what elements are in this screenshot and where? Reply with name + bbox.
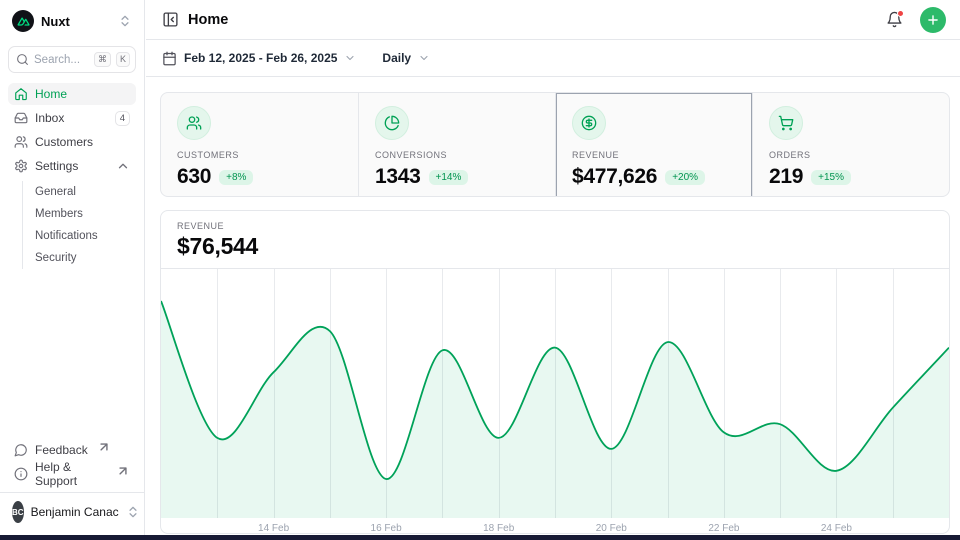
nuxt-logo-icon [12,10,34,32]
inbox-count-badge: 4 [115,111,130,126]
message-circle-icon [14,443,28,457]
workspace-name: Nuxt [41,14,111,29]
sidebar-item-help-support[interactable]: Help & Support [8,463,136,485]
sidebar-item-label: Feedback [35,443,88,457]
sidebar-item-customers[interactable]: Customers [8,131,136,153]
main-area: Home Feb 12, 2025 - Feb 26, 2025 Daily C… [146,0,960,535]
inbox-icon [14,111,28,125]
search-placeholder: Search... [34,54,89,66]
stat-delta-badge: +15% [811,170,851,185]
cart-icon [769,106,803,140]
users-icon [186,115,202,131]
stat-value: 219 [769,165,803,189]
pie-chart-icon [375,106,409,140]
x-tick-label: 20 Feb [596,523,628,534]
plus-icon [926,13,940,27]
cart-icon [778,115,794,131]
granularity-select[interactable]: Daily [382,51,430,65]
notifications-button[interactable] [881,7,907,33]
stat-card-customers[interactable]: CUSTOMERS 630 +8% [161,93,358,197]
sidebar-item-label: Home [35,87,67,101]
dollar-circle-icon [581,115,597,131]
chevron-up-icon [116,159,130,173]
search-icon [16,53,29,66]
filters-toolbar: Feb 12, 2025 - Feb 26, 2025 Daily [146,40,960,77]
stat-delta-badge: +8% [219,170,253,185]
page-title: Home [188,12,872,28]
sidebar-item-notifications[interactable]: Notifications [35,225,136,247]
sidebar-item-settings[interactable]: Settings [8,155,136,177]
x-tick-label: 24 Feb [821,523,853,534]
stat-value: 630 [177,165,211,189]
avatar: BC [12,501,24,523]
notification-dot [897,10,904,17]
revenue-area-chart[interactable]: 14 Feb 16 Feb 18 Feb 20 Feb 22 Feb 24 Feb [161,269,949,534]
chart-x-axis: 14 Feb 16 Feb 18 Feb 20 Feb 22 Feb 24 Feb [258,523,852,534]
user-menu[interactable]: BC Benjamin Canac [8,497,136,527]
pie-chart-icon [384,115,400,131]
sidebar-item-members[interactable]: Members [35,203,136,225]
dashboard-content: CUSTOMERS 630 +8% CONVERSIONS 1343 +14% REVENU… [160,92,950,534]
sidebar-collapse-icon[interactable] [162,11,179,28]
divider [0,492,144,493]
window-bottom-edge [0,535,960,540]
date-range-picker[interactable]: Feb 12, 2025 - Feb 26, 2025 [162,51,356,66]
kbd-cmd: ⌘ [94,52,111,67]
stat-value: 1343 [375,165,421,189]
sidebar-item-feedback[interactable]: Feedback [8,439,136,461]
sidebar: Nuxt Search... ⌘ K Home Inbox 4 Customers Se… [0,0,145,535]
sidebar-nav: Home Inbox 4 Customers Settings GeneralMember… [8,83,136,269]
arrow-up-right-icon [116,464,130,478]
stat-label: REVENUE [572,150,736,160]
chevron-down-icon [418,52,430,64]
users-icon [14,135,28,149]
x-tick-label: 22 Feb [708,523,740,534]
sidebar-item-inbox[interactable]: Inbox 4 [8,107,136,129]
home-icon [14,87,28,101]
stat-label: ORDERS [769,150,933,160]
workspace-switcher[interactable]: Nuxt [8,9,136,33]
stat-card-revenue[interactable]: REVENUE $477,626 +20% [555,93,752,197]
add-button[interactable] [920,7,946,33]
chart-header: REVENUE $76,544 [161,211,949,269]
arrow-up-right-icon [97,440,111,454]
chevrons-up-down-icon [126,505,140,519]
info-icon [14,467,28,481]
revenue-chart-card: REVENUE $76,544 14 Feb 16 Feb 18 Feb 20 Feb… [160,210,950,534]
sidebar-sublist-settings: GeneralMembersNotificationsSecurity [22,181,136,269]
search-input[interactable]: Search... ⌘ K [8,46,136,73]
stats-panel: CUSTOMERS 630 +8% CONVERSIONS 1343 +14% REVENU… [160,92,950,197]
calendar-icon [162,51,177,66]
sidebar-item-label: Customers [35,135,93,149]
granularity-label: Daily [382,51,411,65]
sidebar-item-security[interactable]: Security [35,247,136,269]
date-range-label: Feb 12, 2025 - Feb 26, 2025 [184,51,337,65]
topbar: Home [146,0,960,40]
stat-card-orders[interactable]: ORDERS 219 +15% [752,93,949,197]
stat-label: CUSTOMERS [177,150,342,160]
stat-delta-badge: +20% [665,170,705,185]
sidebar-item-label: Inbox [35,111,64,125]
stat-value: $477,626 [572,165,657,189]
x-tick-label: 16 Feb [371,523,403,534]
sidebar-item-label: Help & Support [35,460,107,488]
x-tick-label: 14 Feb [258,523,290,534]
chart-title: REVENUE [177,221,933,231]
stat-card-conversions[interactable]: CONVERSIONS 1343 +14% [358,93,555,197]
stat-delta-badge: +14% [429,170,469,185]
user-name: Benjamin Canac [31,505,119,519]
x-tick-label: 18 Feb [483,523,515,534]
settings-icon [14,159,28,173]
sidebar-item-home[interactable]: Home [8,83,136,105]
stat-label: CONVERSIONS [375,150,539,160]
sidebar-item-general[interactable]: General [35,181,136,203]
kbd-k: K [116,52,130,67]
chevrons-up-down-icon[interactable] [118,14,132,28]
chart-current-value: $76,544 [177,233,933,260]
sidebar-footer-nav: Feedback Help & Support [8,439,136,485]
dollar-circle-icon [572,106,606,140]
chevron-down-icon [344,52,356,64]
sidebar-item-label: Settings [35,159,78,173]
users-icon [177,106,211,140]
